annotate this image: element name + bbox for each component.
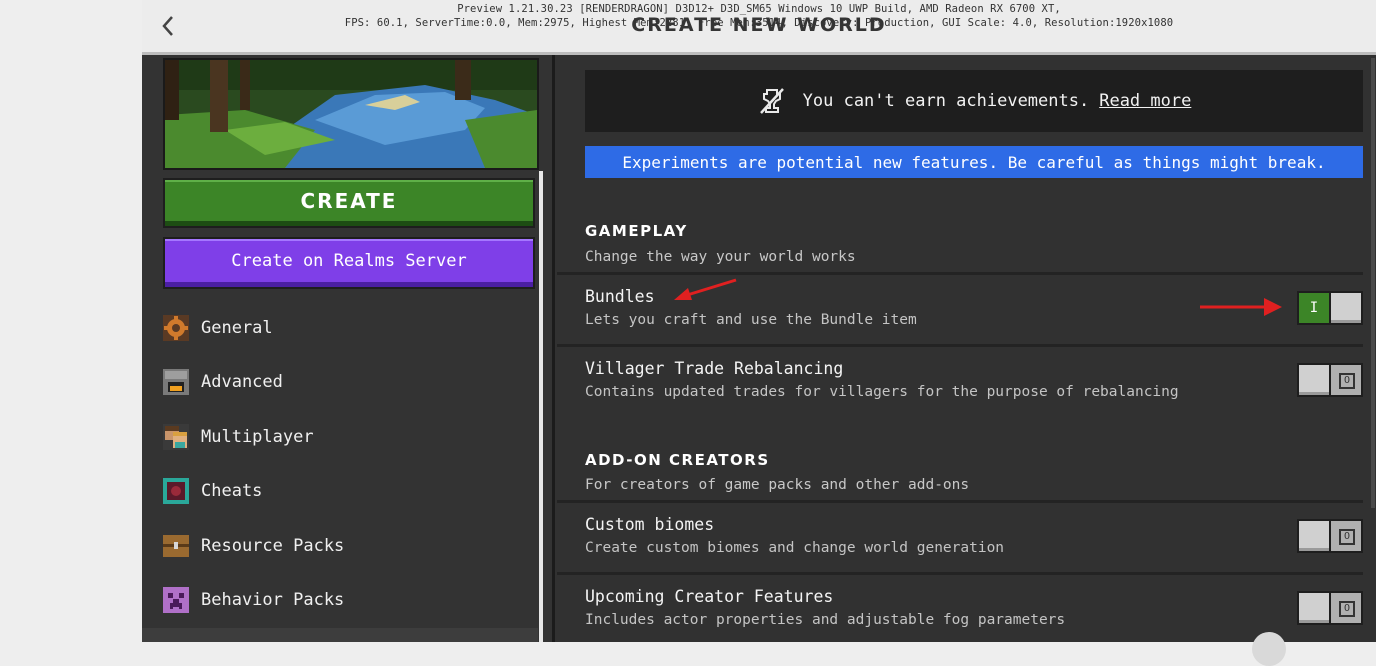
toggle-off-indicator: O [1339,601,1355,617]
nav-item-general[interactable]: General [163,308,535,348]
annotation-arrow-icon [674,278,737,300]
app-window: CREATE NEW WORLD Preview 1.21.30.23 [REN… [142,0,1376,642]
nav-label: Advanced [201,372,283,392]
toggle-knob [1297,519,1331,553]
nav-item-resource-packs[interactable]: Resource Packs [163,526,535,566]
section-description: Change the way your world works [585,249,856,265]
nav-item-advanced[interactable]: Advanced [163,362,535,402]
villager-trade-toggle[interactable]: O [1297,363,1363,397]
toggle-on-indicator: I [1309,300,1319,316]
experiment-description: Includes actor properties and adjustable… [585,612,1066,628]
create-on-realms-button[interactable]: Create on Realms Server [163,237,535,289]
toggle-off-indicator: O [1339,529,1355,545]
create-button[interactable]: CREATE [163,178,535,228]
experiment-row-villager-trade-rebalancing: Villager Trade Rebalancing Contains upda… [557,344,1363,412]
nav-label: Cheats [201,481,263,501]
achievements-banner: You can't earn achievements. Read more [585,70,1363,132]
toggle-knob [1297,363,1331,397]
left-scrollbar[interactable] [539,171,543,642]
players-icon [163,424,189,450]
debug-info-line-2: FPS: 60.1, ServerTime:0.0, Mem:2975, Hig… [344,17,1174,29]
toggle-off-indicator: O [1339,373,1355,389]
experiment-row-custom-biomes: Custom biomes Create custom biomes and c… [557,500,1363,568]
experiment-row-upcoming-creator-features: Upcoming Creator Features Includes actor… [557,572,1363,640]
creeper-icon [163,587,189,613]
top-bar: CREATE NEW WORLD Preview 1.21.30.23 [REN… [142,0,1376,55]
nav-label: Behavior Packs [201,590,345,610]
nav-item-behavior-packs[interactable]: Behavior Packs [163,580,535,620]
left-sidebar: CREATE Create on Realms Server General A… [142,55,555,642]
nav-label: General [201,318,273,338]
nav-label: Multiplayer [201,427,314,447]
debug-info-line-1: Preview 1.21.30.23 [RENDERDRAGON] D3D12+… [457,3,1061,15]
nav-item-multiplayer[interactable]: Multiplayer [163,417,535,457]
experiments-warning-banner: Experiments are potential new features. … [585,146,1363,178]
achievements-text: You can't earn achievements. [802,91,1090,111]
nav-item-cheats[interactable]: Cheats [163,471,535,511]
upcoming-creator-features-toggle[interactable]: O [1297,591,1363,625]
custom-biomes-toggle[interactable]: O [1297,519,1363,553]
experiment-description: Contains updated trades for villagers fo… [585,384,1179,400]
read-more-link[interactable]: Read more [1099,91,1191,111]
nav-item-partial [142,628,538,642]
experiment-title: Custom biomes [585,515,715,534]
experiment-title: Upcoming Creator Features [585,587,834,606]
toggle-knob [1329,291,1363,325]
experiment-description: Create custom biomes and change world ge… [585,540,1005,556]
experiment-description: Lets you craft and use the Bundle item [585,312,917,328]
toggle-knob [1297,591,1331,625]
annotation-arrow-icon [1200,298,1282,316]
experiment-title: Bundles [585,287,655,306]
command-block-icon [163,478,189,504]
gear-block-icon [163,315,189,341]
right-scrollbar[interactable] [1371,58,1375,508]
furnace-icon [163,369,189,395]
section-title-add-on-creators: ADD-ON CREATORS [585,451,770,469]
world-preview-image [163,58,539,170]
floating-control[interactable] [1252,632,1286,666]
bundles-toggle[interactable]: I [1297,291,1363,325]
experiments-panel: You can't earn achievements. Read more E… [555,55,1376,642]
no-achievements-icon [759,88,784,114]
section-description: For creators of game packs and other add… [585,477,970,493]
nav-label: Resource Packs [201,536,345,556]
chest-icon [163,535,189,557]
experiment-title: Villager Trade Rebalancing [585,359,844,378]
section-title-gameplay: GAMEPLAY [585,222,688,240]
